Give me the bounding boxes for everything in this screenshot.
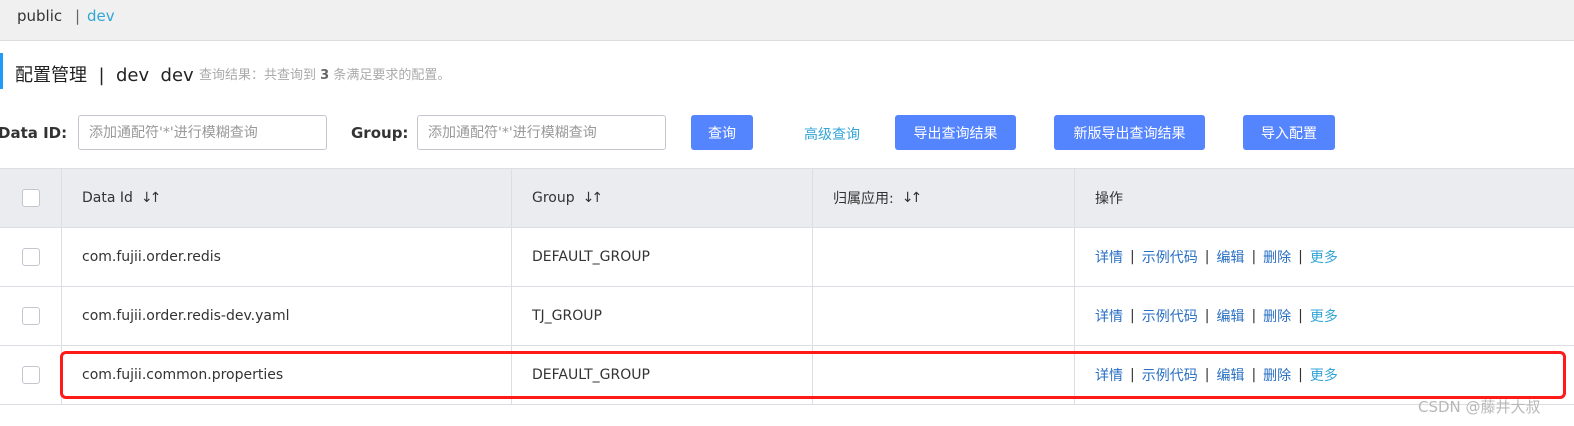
group-label: Group: (351, 124, 409, 142)
group-cell: TJ_GROUP (512, 287, 813, 345)
operations-cell: 详情 | 示例代码 | 编辑 | 删除 | 更多 (1075, 228, 1574, 286)
table-header: Data Id ↓↑ Group ↓↑ 归属应用: ↓↑ 操作 (0, 168, 1574, 228)
op-separator: | (1298, 367, 1303, 383)
select-all-checkbox[interactable] (21, 189, 40, 207)
op-separator: | (1251, 308, 1257, 324)
table-row: com.fujii.order.redis DEFAULT_GROUP 详情 | 示… (0, 228, 1574, 287)
edit-link[interactable]: 编辑 (1216, 365, 1244, 385)
column-header-group[interactable]: Group ↓↑ (512, 169, 813, 227)
op-separator: | (1130, 308, 1135, 324)
namespace-separator: | (75, 7, 81, 25)
data-id-cell: com.fujii.order.redis-dev.yaml (62, 287, 512, 345)
sort-icon[interactable]: ↓↑ (141, 190, 162, 206)
advanced-search-link[interactable]: 高级查询 (804, 124, 860, 144)
column-header-data-id[interactable]: Data Id ↓↑ (62, 169, 512, 227)
row-check-cell (0, 287, 62, 345)
row-checkbox[interactable] (21, 248, 40, 266)
op-separator: | (1204, 308, 1210, 324)
op-separator: | (1130, 367, 1135, 383)
group-cell: DEFAULT_GROUP (512, 228, 813, 286)
app-cell (813, 228, 1075, 286)
sample-code-link[interactable]: 示例代码 (1142, 247, 1198, 267)
op-separator: | (1251, 249, 1257, 265)
query-result-suffix: 条满足要求的配置。 (333, 68, 451, 83)
sort-icon[interactable]: ↓↑ (583, 190, 604, 206)
edit-link[interactable]: 编辑 (1216, 247, 1244, 267)
op-separator: | (1204, 249, 1210, 265)
query-result-prefix: 查询结果：共查询到 (199, 68, 317, 83)
row-check-cell (0, 228, 62, 286)
data-id-label: Data ID: (0, 124, 68, 142)
watermark: CSDN @藤井大叔 (1418, 398, 1541, 416)
data-id-input[interactable] (78, 115, 327, 150)
namespace-public[interactable]: public (17, 7, 62, 25)
query-result-count: 3 (320, 68, 330, 83)
new-export-results-button[interactable]: 新版导出查询结果 (1054, 115, 1205, 150)
app-cell (813, 346, 1075, 404)
op-separator: | (1251, 367, 1257, 383)
op-separator: | (1204, 367, 1210, 383)
delete-link[interactable]: 删除 (1263, 306, 1291, 326)
column-label: Data Id (82, 190, 133, 206)
row-check-cell (0, 346, 62, 404)
column-label: 归属应用: (833, 191, 894, 207)
app-cell (813, 287, 1075, 345)
page-title: 配置管理 | dev dev (15, 65, 194, 86)
more-link[interactable]: 更多 (1310, 306, 1338, 326)
row-checkbox[interactable] (21, 307, 40, 325)
delete-link[interactable]: 删除 (1263, 365, 1291, 385)
sample-code-link[interactable]: 示例代码 (1142, 365, 1198, 385)
table-row: com.fujii.order.redis-dev.yaml TJ_GROUP … (0, 287, 1574, 346)
namespace-dev[interactable]: dev (87, 7, 115, 25)
group-input[interactable] (417, 115, 666, 150)
sample-code-link[interactable]: 示例代码 (1142, 306, 1198, 326)
column-header-operations: 操作 (1075, 169, 1574, 227)
more-link[interactable]: 更多 (1310, 247, 1338, 267)
detail-link[interactable]: 详情 (1095, 365, 1123, 385)
operations-cell: 详情 | 示例代码 | 编辑 | 删除 | 更多 (1075, 287, 1574, 345)
column-label: 操作 (1095, 191, 1123, 207)
data-id-cell: com.fujii.common.properties (62, 346, 512, 404)
data-id-cell: com.fujii.order.redis (62, 228, 512, 286)
sort-icon[interactable]: ↓↑ (902, 190, 923, 206)
op-separator: | (1298, 308, 1303, 324)
column-label: Group (532, 190, 575, 206)
detail-link[interactable]: 详情 (1095, 306, 1123, 326)
query-result-summary: 查询结果：共查询到 3 条满足要求的配置。 (199, 64, 450, 83)
group-cell: DEFAULT_GROUP (512, 346, 813, 404)
title-accent-bar (0, 53, 3, 89)
detail-link[interactable]: 详情 (1095, 247, 1123, 267)
header-check-cell (0, 169, 62, 227)
namespace-bar: public | dev (0, 0, 1574, 41)
edit-link[interactable]: 编辑 (1216, 306, 1244, 326)
search-button[interactable]: 查询 (691, 115, 753, 150)
op-separator: | (1130, 249, 1135, 265)
column-header-app[interactable]: 归属应用: ↓↑ (813, 169, 1075, 227)
op-separator: | (1298, 249, 1303, 265)
delete-link[interactable]: 删除 (1263, 247, 1291, 267)
export-results-button[interactable]: 导出查询结果 (895, 115, 1016, 150)
row-checkbox[interactable] (21, 366, 40, 384)
table-row: com.fujii.common.properties DEFAULT_GROU… (0, 346, 1574, 405)
import-config-button[interactable]: 导入配置 (1243, 115, 1335, 150)
more-link[interactable]: 更多 (1310, 365, 1338, 385)
